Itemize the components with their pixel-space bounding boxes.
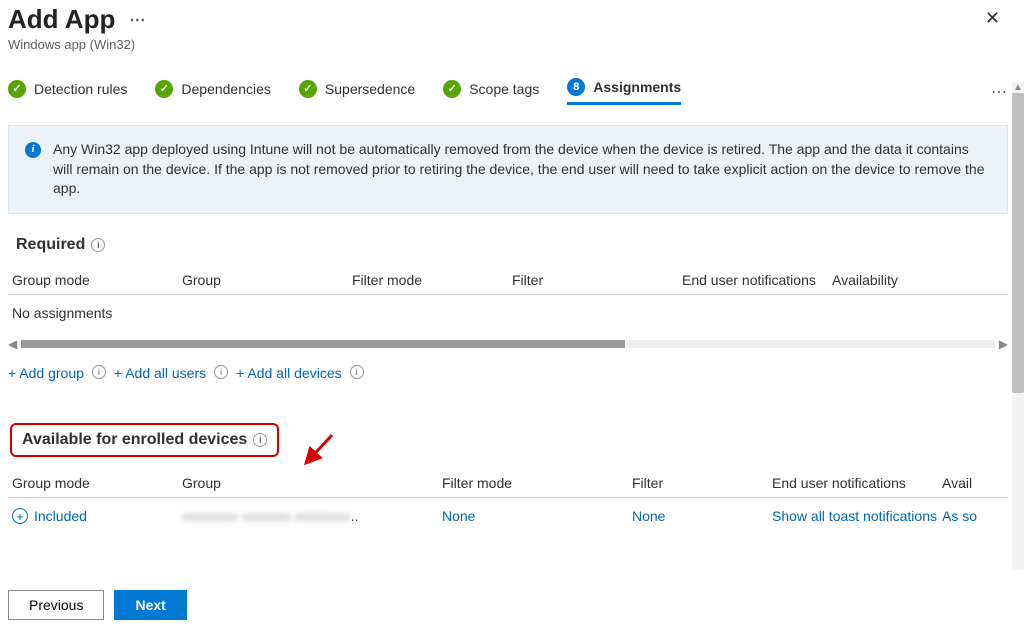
check-icon: ✓	[443, 80, 461, 98]
col-filter: Filter	[632, 475, 772, 491]
annotation-arrow-icon	[300, 431, 340, 471]
info-tooltip-icon[interactable]: i	[214, 365, 228, 379]
add-all-devices-link[interactable]: + Add all devices	[236, 365, 341, 381]
scroll-right-icon[interactable]: ▶	[999, 337, 1008, 351]
table-row: + Included xxxxxxxx xxxxxxx xxxxxxxx.. No…	[8, 498, 1008, 525]
group-mode-cell[interactable]: + Included	[12, 508, 182, 525]
info-tooltip-icon[interactable]: i	[253, 433, 267, 447]
page-subtitle: Windows app (Win32)	[8, 37, 977, 52]
info-tooltip-icon[interactable]: i	[91, 238, 105, 252]
filter-cell[interactable]: None	[632, 508, 772, 524]
check-icon: ✓	[155, 80, 173, 98]
close-icon[interactable]: ✕	[977, 4, 1008, 33]
plus-circle-icon: +	[12, 508, 28, 524]
section-required-title: Required	[16, 236, 85, 254]
tab-overflow-icon[interactable]: ⋯	[991, 82, 1008, 102]
tab-scope-tags[interactable]: ✓ Scope tags	[443, 80, 539, 104]
step-number-icon: 8	[567, 78, 585, 96]
annotation-highlight: Available for enrolled devices i	[10, 423, 279, 457]
tab-label: Supersedence	[325, 81, 415, 97]
info-banner: i Any Win32 app deployed using Intune wi…	[8, 125, 1008, 214]
filter-mode-cell[interactable]: None	[442, 508, 632, 524]
check-icon: ✓	[8, 80, 26, 98]
add-group-link[interactable]: + Add group	[8, 365, 84, 381]
check-icon: ✓	[299, 80, 317, 98]
info-icon: i	[25, 142, 41, 158]
tab-detection-rules[interactable]: ✓ Detection rules	[8, 80, 127, 104]
col-filter-mode: Filter mode	[442, 475, 632, 491]
tab-label: Assignments	[593, 79, 681, 95]
available-table-header: Group mode Group Filter mode Filter End …	[8, 475, 1008, 498]
col-group: Group	[182, 272, 352, 288]
tab-assignments[interactable]: 8 Assignments	[567, 78, 681, 105]
wizard-tabs: ✓ Detection rules ✓ Dependencies ✓ Super…	[8, 78, 1008, 111]
group-cell: xxxxxxxx xxxxxxx xxxxxxxx..	[182, 508, 442, 524]
col-notifications: End user notifications	[682, 272, 832, 288]
scroll-left-icon[interactable]: ◀	[8, 337, 17, 351]
info-tooltip-icon[interactable]: i	[350, 365, 364, 379]
vertical-scrollbar[interactable]: ▲	[1012, 82, 1024, 570]
info-tooltip-icon[interactable]: i	[92, 365, 106, 379]
tab-label: Detection rules	[34, 81, 127, 97]
col-availability: Availability	[832, 272, 932, 288]
tab-dependencies[interactable]: ✓ Dependencies	[155, 80, 271, 104]
previous-button[interactable]: Previous	[8, 590, 104, 620]
page-title: Add App	[8, 4, 115, 35]
included-label: Included	[34, 508, 87, 524]
required-table-header: Group mode Group Filter mode Filter End …	[8, 272, 1008, 295]
col-group: Group	[182, 475, 442, 491]
col-filter-mode: Filter mode	[352, 272, 512, 288]
availability-cell[interactable]: As so	[942, 508, 1002, 524]
horizontal-scrollbar[interactable]: ◀ ▶	[8, 337, 1008, 351]
tab-label: Dependencies	[181, 81, 271, 97]
section-available-title: Available for enrolled devices	[22, 431, 247, 449]
col-group-mode: Group mode	[12, 475, 182, 491]
col-availability: Avail	[942, 475, 1002, 491]
scroll-up-icon[interactable]: ▲	[1012, 82, 1024, 93]
tab-supersedence[interactable]: ✓ Supersedence	[299, 80, 415, 104]
add-all-users-link[interactable]: + Add all users	[114, 365, 206, 381]
info-banner-text: Any Win32 app deployed using Intune will…	[53, 140, 991, 199]
required-empty-row: No assignments	[8, 295, 1008, 331]
notifications-cell[interactable]: Show all toast notifications	[772, 508, 942, 524]
tab-label: Scope tags	[469, 81, 539, 97]
col-filter: Filter	[512, 272, 682, 288]
more-icon[interactable]: ⋯	[129, 10, 146, 30]
next-button[interactable]: Next	[114, 590, 186, 620]
col-notifications: End user notifications	[772, 475, 942, 491]
col-group-mode: Group mode	[12, 272, 182, 288]
